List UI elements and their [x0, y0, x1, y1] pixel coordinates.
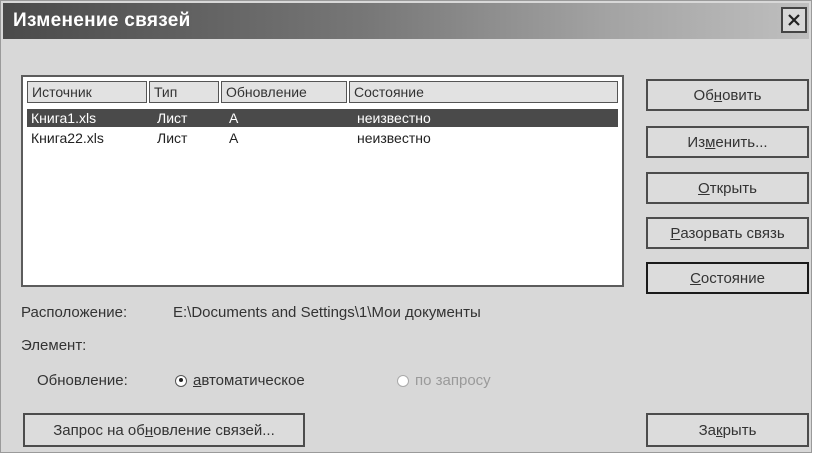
cell-state: неизвестно: [357, 110, 431, 126]
change-source-label-pre: Из: [687, 133, 706, 151]
cell-update: A: [229, 130, 239, 146]
update-values-label-accel: н: [713, 86, 723, 104]
startup-prompt-button[interactable]: Запрос на об н овление связей...: [23, 413, 305, 447]
change-source-button[interactable]: Из м енить...: [646, 126, 809, 158]
links-list-header: Источник Тип Обновление Состояние: [27, 81, 618, 103]
element-label: Элемент:: [21, 337, 87, 354]
links-list[interactable]: Источник Тип Обновление Состояние Книга1…: [21, 75, 624, 287]
close-dialog-label-pre: За: [698, 421, 717, 439]
startup-prompt-label-accel: н: [144, 421, 154, 439]
startup-prompt-label-pre: Запрос на об: [53, 421, 145, 439]
cell-type: Лист: [157, 110, 188, 126]
column-header-state[interactable]: Состояние: [349, 81, 618, 103]
title-bar[interactable]: Изменение связей: [3, 3, 809, 39]
radio-dot-checked-icon: [175, 374, 187, 387]
change-source-label-accel: м: [705, 133, 716, 151]
check-status-label-accel: С: [690, 269, 701, 287]
change-source-label-post: енить...: [715, 133, 768, 151]
check-status-label-post: остояние: [700, 269, 765, 287]
close-icon: [788, 14, 800, 26]
update-values-button[interactable]: Об н овить: [646, 79, 809, 111]
column-header-source[interactable]: Источник: [27, 81, 147, 103]
open-source-button[interactable]: Открыть: [646, 172, 809, 204]
dialog-title: Изменение связей: [13, 10, 191, 31]
table-row[interactable]: Книга1.xls Лист A неизвестно: [27, 109, 618, 127]
location-label: Расположение:: [21, 304, 128, 321]
close-dialog-label-post: рыть: [722, 421, 757, 439]
break-link-label-accel: Р: [670, 224, 681, 242]
radio-on-request-label: по запросу: [415, 372, 491, 389]
radio-automatic[interactable]: автоматическое: [175, 372, 305, 389]
open-source-label-post: ткрыть: [709, 179, 757, 197]
update-values-label-pre: Об: [693, 86, 714, 104]
edit-links-dialog: Изменение связей Источник Тип Обновление…: [0, 0, 812, 453]
cell-source: Книга22.xls: [31, 130, 104, 146]
close-dialog-button[interactable]: За к рыть: [646, 413, 809, 447]
radio-automatic-label-post: втоматическое: [201, 372, 305, 389]
radio-automatic-label: автоматическое: [193, 372, 305, 389]
cell-type: Лист: [157, 130, 188, 146]
location-value: E:\Documents and Settings\1\Мои документ…: [173, 304, 481, 321]
cell-state: неизвестно: [357, 130, 431, 146]
open-source-label-accel: О: [698, 179, 710, 197]
update-mode-label: Обновление:: [37, 372, 128, 389]
cell-source: Книга1.xls: [31, 110, 97, 126]
update-values-label-post: овить: [722, 86, 762, 104]
column-header-update[interactable]: Обновление: [221, 81, 347, 103]
radio-dot-unchecked-icon: [397, 374, 409, 387]
radio-on-request[interactable]: по запросу: [397, 372, 491, 389]
table-row[interactable]: Книга22.xls Лист A неизвестно: [27, 129, 618, 147]
close-button[interactable]: [781, 7, 807, 33]
cell-update: A: [229, 110, 239, 126]
startup-prompt-label-post: овление связей...: [153, 421, 275, 439]
break-link-label-post: азорвать связь: [680, 224, 785, 242]
break-link-button[interactable]: Разорвать связь: [646, 217, 809, 249]
check-status-button[interactable]: Состояние: [646, 262, 809, 294]
column-header-type[interactable]: Тип: [149, 81, 219, 103]
